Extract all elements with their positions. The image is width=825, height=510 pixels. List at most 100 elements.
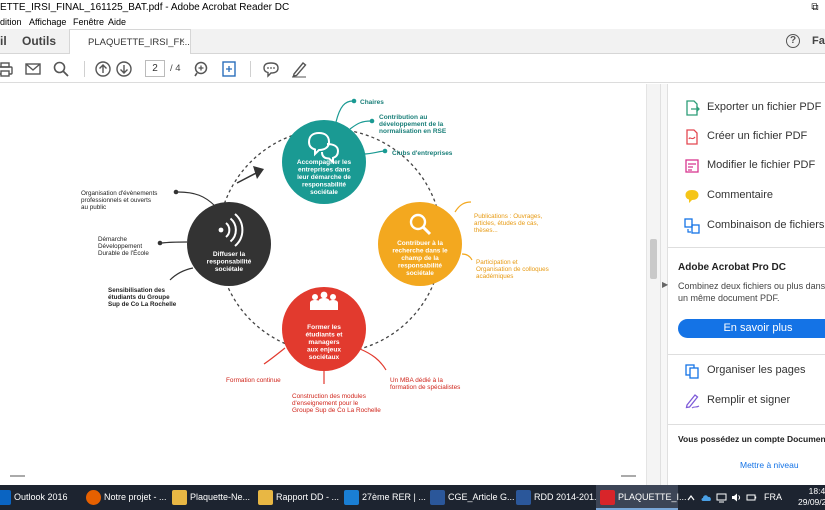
taskbar-item-edge[interactable]: 27ème RER | ...: [340, 485, 426, 510]
search-icon[interactable]: [52, 60, 70, 78]
next-page-icon[interactable]: [115, 60, 133, 78]
battery-icon[interactable]: [746, 492, 757, 503]
show-hidden-icons-icon[interactable]: [686, 493, 696, 503]
red-formation: Formation continue: [226, 377, 281, 384]
dark-demarche-l0: Démarche: [98, 236, 128, 243]
orange-title-l4: sociétale: [406, 270, 434, 277]
scrollbar-thumb[interactable]: [650, 239, 657, 279]
restore-button[interactable]: ⧉: [805, 0, 825, 16]
red-mba-l0: Un MBA dédié à la: [390, 377, 443, 384]
toolbar: 2 / 4: [0, 55, 825, 83]
node-recherche: Contribuer à la recherche dans le champ …: [378, 201, 549, 286]
combine-files-icon: [684, 218, 700, 234]
tool-edit-pdf[interactable]: Modifier le fichier PDF: [668, 153, 825, 179]
toolbar-separator: [250, 61, 251, 77]
taskbar-item-word-rdd[interactable]: RDD 2014-201...: [512, 485, 602, 510]
cycle-arrowhead: [253, 166, 264, 179]
taskbar-item-word-cge[interactable]: CGE_Article G...: [426, 485, 515, 510]
rse-diagram: Accompagner les entreprises dans leur dé…: [10, 98, 636, 477]
orange-part-l1: Organisation de colloques: [476, 266, 549, 273]
clock[interactable]: 18:48 29/09/2017: [798, 486, 825, 508]
onedrive-icon[interactable]: [700, 492, 713, 503]
orange-title-l0: Contribuer à la: [397, 240, 443, 247]
taskbar-item-folder-plaquette[interactable]: Plaquette-Ne...: [168, 485, 250, 510]
tool-comment[interactable]: Commentaire: [668, 183, 825, 209]
taskbar-item-firefox[interactable]: Notre projet - ...: [82, 485, 167, 510]
dark-sensib-l2: Sup de Co La Rochelle: [108, 301, 177, 308]
tool-label: Exporter un fichier PDF: [707, 101, 822, 113]
learn-more-button[interactable]: En savoir plus: [678, 319, 825, 338]
highlight-pen-icon[interactable]: [290, 60, 308, 78]
tool-label: Combinaison de fichiers: [707, 219, 825, 231]
menu-affichage[interactable]: Affichage: [29, 17, 66, 27]
pane-divider: [668, 354, 825, 355]
node-accompagner: Accompagner les entreprises dans leur dé…: [282, 98, 453, 204]
dark-sensib-l1: étudiants du Groupe: [108, 294, 170, 301]
orange-pub-l2: thèses...: [474, 227, 498, 234]
menu-fenetre[interactable]: Fenêtre: [73, 17, 104, 27]
clock-time: 18:48: [808, 486, 825, 496]
folder-icon: [258, 490, 273, 505]
system-tray: FRA 18:48 29/09/2017: [682, 485, 825, 510]
email-icon[interactable]: [24, 60, 42, 78]
close-tab-icon[interactable]: ×: [179, 36, 185, 47]
input-language[interactable]: FRA: [764, 492, 782, 502]
network-icon[interactable]: [716, 492, 727, 503]
tool-fill-sign[interactable]: Remplir et signer: [668, 388, 825, 414]
red-modules-l0: Construction des modules: [292, 393, 366, 400]
taskbar-item-outlook[interactable]: Outlook 2016: [0, 485, 72, 510]
taskbar-label: RDD 2014-201...: [534, 492, 602, 502]
tab-tools[interactable]: Outils: [22, 34, 56, 48]
tool-create-pdf[interactable]: Créer un fichier PDF: [668, 124, 825, 150]
document-view[interactable]: Accompagner les entreprises dans leur dé…: [0, 84, 646, 485]
previous-page-icon[interactable]: [94, 60, 112, 78]
red-modules-l1: d'enseignement pour le: [292, 400, 359, 407]
document-scrollbar[interactable]: [646, 84, 660, 485]
teal-title-l4: sociétale: [310, 189, 338, 196]
acrobat-window: ETTE_IRSI_FINAL_161125_BAT.pdf - Adobe A…: [0, 0, 825, 510]
pane-splitter[interactable]: ▶: [660, 84, 668, 485]
comment-icon[interactable]: [262, 60, 280, 78]
teal-title-l3: responsabilité: [302, 182, 346, 189]
edge-icon: [344, 490, 359, 505]
tool-combine-files[interactable]: Combinaison de fichiers: [668, 213, 825, 239]
menu-edition[interactable]: dition: [0, 17, 22, 27]
teal-contrib-l2: normalisation en RSE: [379, 128, 447, 135]
dark-events-l1: professionnels et ouverts: [81, 197, 151, 204]
red-title-l3: aux enjeux: [307, 347, 341, 354]
sign-in-label[interactable]: Fa: [812, 35, 825, 47]
taskbar-label: PLAQUETTE_I...: [618, 492, 687, 502]
tab-document-label: PLAQUETTE_IRSI_FI...: [88, 37, 190, 48]
tab-home[interactable]: il: [0, 34, 7, 48]
dark-events-l2: au public: [81, 204, 106, 211]
tool-export-pdf[interactable]: Exporter un fichier PDF: [668, 95, 825, 121]
volume-icon[interactable]: [731, 492, 742, 503]
tab-document[interactable]: PLAQUETTE_IRSI_FI... ×: [69, 29, 191, 54]
red-modules-l2: Groupe Sup de Co La Rochelle: [292, 407, 381, 414]
fill-sign-icon: [685, 394, 700, 409]
teal-title-l0: Accompagner les: [297, 159, 352, 166]
dark-circle: [187, 202, 271, 286]
orange-title-l2: champ de la: [401, 255, 439, 262]
window-title: ETTE_IRSI_FINAL_161125_BAT.pdf - Adobe A…: [0, 2, 290, 13]
menu-aide[interactable]: Aide: [108, 17, 126, 27]
people-icon: [310, 291, 338, 310]
edit-pdf-icon: [685, 159, 699, 173]
taskbar-item-acrobat[interactable]: PLAQUETTE_I...: [596, 485, 687, 510]
red-title-l0: Former les: [307, 324, 341, 331]
pane-divider: [668, 424, 825, 425]
print-icon[interactable]: [0, 60, 14, 78]
page-number-input[interactable]: 2: [145, 60, 165, 77]
taskbar-item-folder-rapport[interactable]: Rapport DD - ...: [254, 485, 340, 510]
taskbar-label: Rapport DD - ...: [276, 492, 340, 502]
tool-label: Commentaire: [707, 189, 774, 201]
tool-organize-pages[interactable]: Organiser les pages: [668, 358, 825, 384]
zoom-icon[interactable]: [192, 60, 210, 78]
tool-label: Créer un fichier PDF: [707, 130, 808, 142]
upgrade-link[interactable]: Mettre à niveau: [740, 460, 799, 470]
acrobat-icon: [600, 490, 615, 505]
help-icon[interactable]: ?: [786, 34, 800, 48]
fit-page-icon[interactable]: [220, 60, 238, 78]
organize-pages-icon: [685, 364, 699, 379]
red-title-l1: étudiants et: [305, 332, 343, 339]
